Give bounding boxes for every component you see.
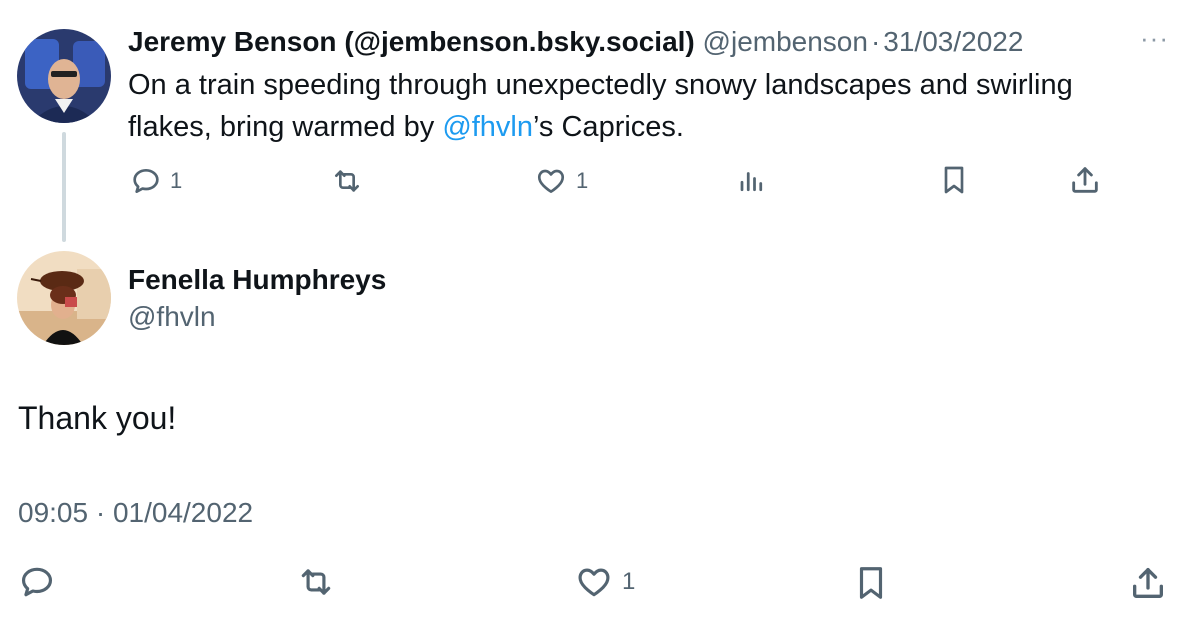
retweet-icon	[295, 563, 337, 601]
parent-bookmark-button[interactable]	[938, 163, 970, 197]
parent-like-count: 1	[576, 168, 589, 193]
views-icon	[737, 165, 767, 197]
thread-connector-line	[62, 132, 66, 242]
main-share-button[interactable]	[1128, 563, 1168, 603]
main-like-button[interactable]: 1	[574, 563, 635, 601]
retweet-icon	[330, 165, 364, 197]
avatar-fenella[interactable]	[17, 251, 111, 345]
main-timestamp[interactable]: 09:05 · 01/04/2022	[18, 497, 253, 529]
share-icon	[1068, 163, 1102, 197]
parent-tweet-header: Jeremy Benson (@jembenson.bsky.social) @…	[128, 26, 1023, 58]
mention-link[interactable]: @fhvln	[442, 111, 533, 143]
parent-handle[interactable]: @jembenson	[703, 26, 868, 57]
parent-text-after: ’s Caprices.	[533, 111, 684, 143]
parent-like-button[interactable]: 1	[534, 165, 588, 197]
main-bookmark-button[interactable]	[852, 563, 890, 603]
parent-views-button[interactable]	[737, 165, 767, 197]
avatar-jeremy[interactable]	[17, 29, 111, 123]
reply-icon	[130, 165, 162, 197]
bookmark-icon	[852, 563, 890, 603]
main-handle[interactable]: @fhvln	[128, 301, 216, 333]
parent-share-button[interactable]	[1068, 163, 1102, 197]
parent-retweet-button[interactable]	[330, 165, 372, 197]
main-reply-button[interactable]	[18, 563, 56, 601]
parent-separator: ·	[870, 26, 881, 57]
main-retweet-button[interactable]	[295, 563, 337, 601]
like-icon	[534, 165, 568, 197]
like-icon	[574, 563, 614, 601]
main-tweet-text: Thank you!	[18, 400, 177, 436]
parent-date[interactable]: 31/03/2022	[883, 26, 1023, 57]
more-icon[interactable]: ···	[1140, 25, 1169, 51]
share-icon	[1128, 563, 1168, 603]
parent-display-name[interactable]: Jeremy Benson (@jembenson.bsky.social)	[128, 26, 695, 57]
main-like-count: 1	[622, 568, 636, 595]
bookmark-icon	[938, 163, 970, 197]
parent-reply-button[interactable]: 1	[130, 165, 182, 197]
reply-icon	[18, 563, 56, 601]
parent-reply-count: 1	[170, 168, 183, 193]
main-display-name[interactable]: Fenella Humphreys	[128, 264, 386, 296]
parent-tweet-text: On a train speeding through unexpectedly…	[128, 64, 1128, 148]
